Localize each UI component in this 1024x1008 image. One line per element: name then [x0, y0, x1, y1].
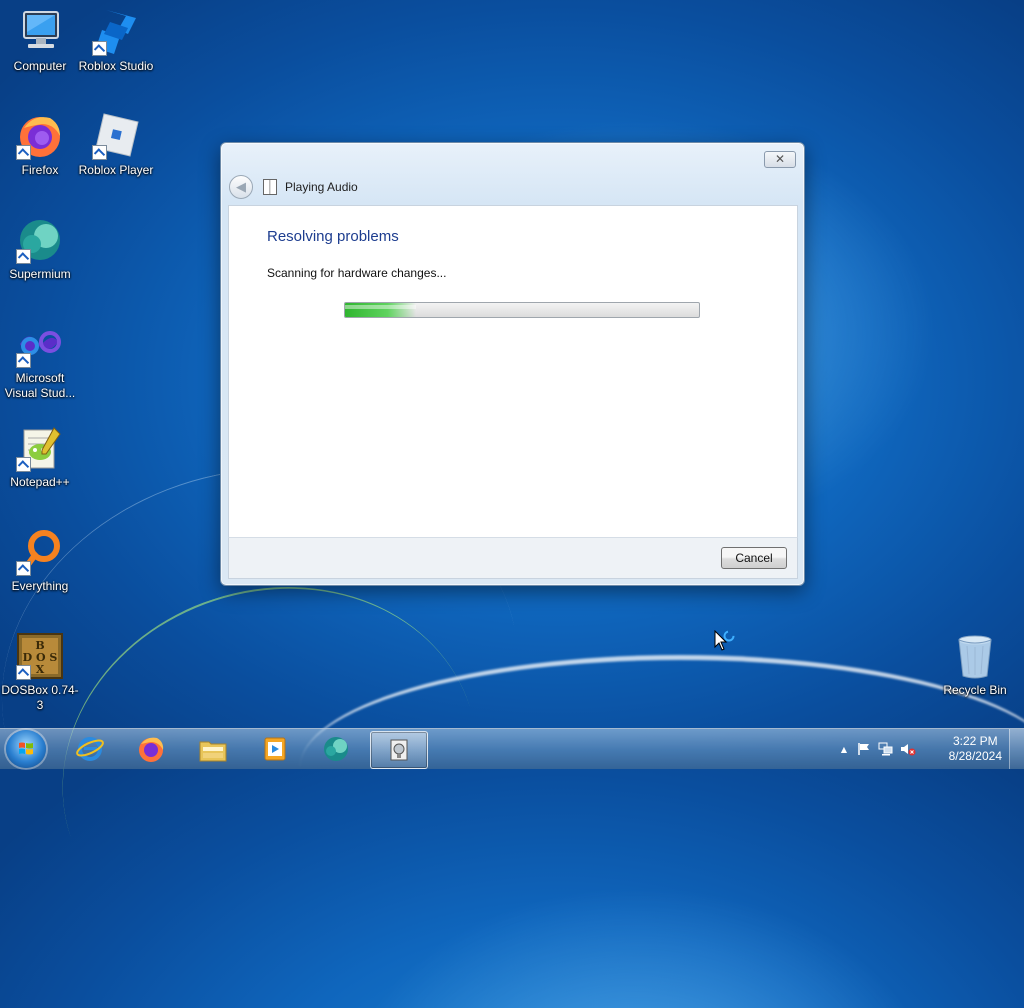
- desktop-icon-label: Notepad++: [10, 475, 70, 489]
- desktop-icon-label: Roblox Player: [78, 163, 154, 177]
- desktop-icon-label: Microsoft Visual Stud...: [4, 371, 76, 400]
- taskbar-firefox[interactable]: [123, 731, 179, 767]
- title-bar: ◀ Playing Audio: [229, 175, 358, 199]
- button-bar: Cancel: [228, 537, 798, 579]
- notepadpp-icon: [16, 424, 64, 472]
- content-pane: Resolving problems Scanning for hardware…: [228, 205, 798, 538]
- visual-studio-icon: [16, 320, 64, 368]
- shortcut-arrow-icon: [92, 145, 107, 160]
- file-explorer-icon: [199, 741, 227, 762]
- media-player-icon: [264, 737, 286, 761]
- volume-muted-icon[interactable]: [900, 741, 916, 757]
- desktop-icon-everything[interactable]: Everything: [0, 528, 80, 594]
- show-hidden-icons-button[interactable]: ▲: [836, 741, 852, 757]
- desktop-icon-supermium[interactable]: Supermium: [0, 216, 80, 282]
- everything-icon: [16, 528, 64, 576]
- dosbox-icon: B D O S X: [16, 632, 64, 680]
- taskbar-troubleshooter[interactable]: [370, 731, 428, 769]
- taskbar-internet-explorer[interactable]: [62, 731, 118, 767]
- supermium-icon: [324, 737, 348, 761]
- clock-date: 8/28/2024: [948, 749, 1002, 763]
- internet-explorer-icon: [76, 737, 104, 761]
- window-title: Playing Audio: [285, 180, 358, 194]
- shortcut-arrow-icon: [16, 353, 31, 368]
- status-text: Scanning for hardware changes...: [267, 266, 447, 280]
- computer-icon: [16, 8, 64, 56]
- recycle-bin-icon: [951, 632, 999, 680]
- desktop-icon-label: Computer: [13, 59, 67, 73]
- start-button[interactable]: [6, 730, 46, 768]
- desktop-icon-notepadpp[interactable]: Notepad++: [0, 424, 80, 490]
- desktop-icon-label: DOSBox 0.74-3: [1, 683, 79, 712]
- chevron-up-icon: ▲: [840, 744, 848, 754]
- back-arrow-icon: ◀: [236, 179, 246, 195]
- desktop-icon-label: Everything: [11, 579, 69, 593]
- desktop-icon-dosbox[interactable]: B D O S X DOSBox 0.74-3: [0, 632, 80, 713]
- notification-area: ▲ 3:22 PM 8/28/2024: [834, 729, 1024, 769]
- troubleshooter-icon: [390, 739, 408, 761]
- shortcut-arrow-icon: [16, 561, 31, 576]
- firefox-icon: [139, 737, 164, 762]
- roblox-player-icon: [92, 112, 140, 160]
- taskbar-media-player[interactable]: [246, 731, 302, 767]
- cancel-button[interactable]: Cancel: [721, 547, 787, 569]
- close-button[interactable]: ✕: [764, 151, 796, 168]
- shortcut-arrow-icon: [16, 665, 31, 680]
- desktop-icon-label: Roblox Studio: [78, 59, 154, 73]
- svg-text:X: X: [36, 663, 45, 676]
- desktop-icon-label: Supermium: [9, 267, 71, 281]
- desktop-icon-firefox[interactable]: Firefox: [0, 112, 80, 178]
- show-desktop-button[interactable]: [1009, 729, 1024, 769]
- clock-time: 3:22 PM: [952, 734, 998, 748]
- desktop-icon-recycle-bin[interactable]: Recycle Bin: [935, 632, 1015, 698]
- supermium-icon: [16, 216, 64, 264]
- windows-logo-icon: [19, 742, 33, 755]
- firefox-icon: [16, 112, 64, 160]
- roblox-studio-icon: [92, 8, 140, 56]
- action-center-flag-icon[interactable]: [856, 741, 872, 757]
- desktop-icon-label: Recycle Bin: [943, 683, 1007, 697]
- taskbar-file-explorer[interactable]: [185, 731, 241, 767]
- desktop-icon-roblox-player[interactable]: Roblox Player: [76, 112, 156, 178]
- taskbar: ▲ 3:22 PM 8/28/2024: [0, 728, 1024, 769]
- wallpaper-streak: [14, 533, 526, 1008]
- shortcut-arrow-icon: [16, 457, 31, 472]
- progress-bar: [344, 302, 700, 318]
- network-icon[interactable]: [878, 741, 894, 757]
- busy-cursor-icon: [714, 629, 738, 658]
- shortcut-arrow-icon: [16, 145, 31, 160]
- shortcut-arrow-icon: [92, 41, 107, 56]
- troubleshooter-icon: [263, 179, 277, 195]
- clock[interactable]: 3:22 PM 8/28/2024: [949, 734, 1002, 764]
- desktop-icon-roblox-studio[interactable]: Roblox Studio: [76, 8, 156, 74]
- shortcut-arrow-icon: [16, 249, 31, 264]
- back-button[interactable]: ◀: [229, 175, 253, 199]
- page-heading: Resolving problems: [267, 228, 399, 245]
- progress-fill: [345, 303, 416, 317]
- troubleshooter-window: ✕ ◀ Playing Audio Resolving problems Sca…: [220, 142, 805, 586]
- desktop-icon-visual-studio[interactable]: Microsoft Visual Stud...: [0, 320, 80, 401]
- desktop-icon-label: Firefox: [21, 163, 59, 177]
- desktop-icon-computer[interactable]: Computer: [0, 8, 80, 74]
- taskbar-supermium[interactable]: [308, 731, 364, 767]
